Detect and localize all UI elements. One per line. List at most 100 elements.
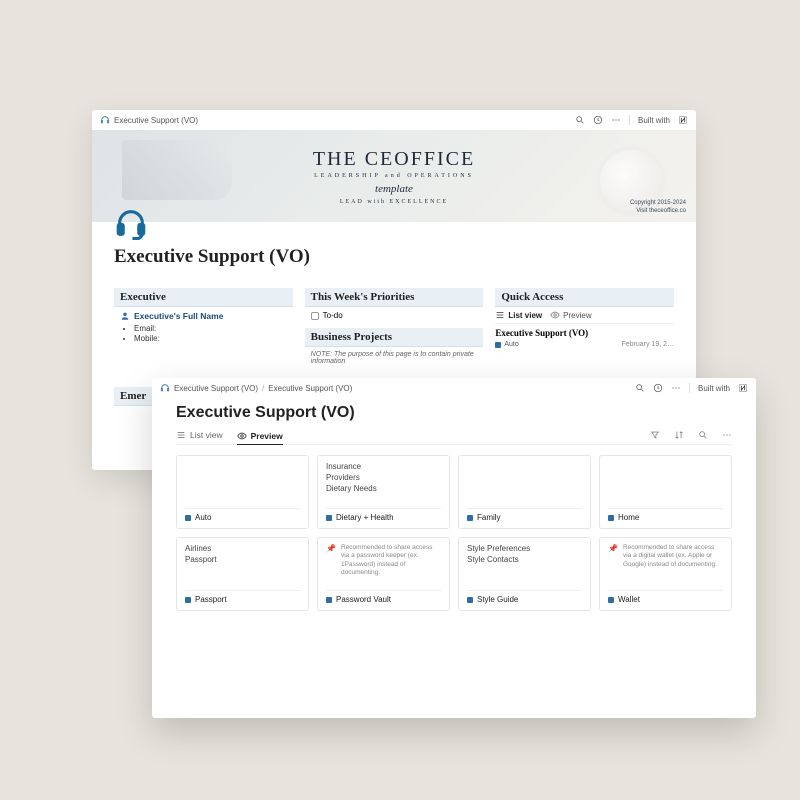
search-icon[interactable] [635, 383, 645, 393]
recommendation-note: 📌Recommended to share access via a digit… [608, 544, 723, 569]
copyright: Copyright 2015-2024 [630, 200, 686, 208]
card-body-line: Passport [185, 555, 300, 566]
gallery-card[interactable]: Home [599, 455, 732, 529]
notion-icon[interactable] [738, 383, 748, 393]
gallery-card[interactable]: 📌Recommended to share access via a digit… [599, 537, 732, 611]
card-label: Home [618, 513, 639, 522]
sort-icon[interactable] [674, 430, 684, 440]
card-body-line: Providers [326, 473, 441, 484]
brand-sub2: template [375, 183, 413, 195]
page-icon [495, 342, 501, 348]
tab-list-view[interactable]: List view [176, 430, 223, 440]
page-icon [608, 515, 614, 521]
card-footer: Home [608, 508, 723, 522]
gallery-card[interactable]: 📌Recommended to share access via a passw… [317, 537, 450, 611]
card-footer: Dietary + Health [326, 508, 441, 522]
card-footer: Auto [185, 508, 300, 522]
view-tabs: List view Preview [176, 430, 732, 445]
section-header: Quick Access [495, 288, 674, 307]
page-icon-headset[interactable] [114, 206, 148, 240]
email-label: Email: [134, 324, 287, 333]
card-grid: Auto InsuranceProvidersDietary Needs Dieta… [176, 455, 732, 611]
tab-preview[interactable]: Preview [550, 310, 591, 320]
page-icon [185, 597, 191, 603]
page-icon [467, 515, 473, 521]
card-label: Auto [195, 513, 211, 522]
eye-icon [550, 310, 560, 320]
card-body-line: Insurance [326, 462, 441, 473]
page-icon [467, 597, 473, 603]
section-quick-access: Quick Access List view Preview Executive… [495, 288, 674, 369]
card-label: Dietary + Health [336, 513, 394, 522]
qa-row[interactable]: Auto February 19, 2… [495, 338, 674, 351]
card-label: Password Vault [336, 595, 391, 604]
breadcrumb[interactable]: Executive Support (VO) [114, 116, 198, 125]
more-icon[interactable] [722, 430, 732, 440]
gallery-card[interactable]: AirlinesPassportPassport [176, 537, 309, 611]
gallery-card[interactable]: Style PreferencesStyle Contacts Style Gui… [458, 537, 591, 611]
gallery-card[interactable]: InsuranceProvidersDietary Needs Dietary +… [317, 455, 450, 529]
page-icon [185, 515, 191, 521]
search-icon[interactable] [575, 115, 585, 125]
note-text: NOTE: The purpose of this page is to con… [305, 347, 484, 369]
qa-subtitle[interactable]: Executive Support (VO) [495, 328, 674, 338]
pin-icon: 📌 [608, 544, 618, 569]
pin-icon: 📌 [326, 544, 336, 578]
topbar-front: Executive Support (VO) / Executive Suppo… [152, 378, 756, 398]
page-title: Executive Support (VO) [176, 404, 732, 422]
recommendation-note: 📌Recommended to share access via a passw… [326, 544, 441, 578]
section-header: Executive [114, 288, 293, 307]
topbar-back: Executive Support (VO) Built with [92, 110, 696, 130]
brand-title: THE CEOFFICE [313, 148, 475, 171]
card-label: Style Guide [477, 595, 518, 604]
breadcrumb[interactable]: Executive Support (VO) [268, 384, 352, 393]
card-footer: Style Guide [467, 590, 582, 604]
page-title: Executive Support (VO) [114, 246, 674, 268]
card-body-line: Style Contacts [467, 555, 582, 566]
clock-icon[interactable] [653, 383, 663, 393]
card-label: Wallet [618, 595, 640, 604]
gallery-card[interactable]: Auto [176, 455, 309, 529]
eye-icon [237, 431, 247, 441]
card-footer: Family [467, 508, 582, 522]
section-header: This Week's Priorities [305, 288, 484, 307]
checkbox-icon[interactable] [311, 312, 319, 320]
tab-preview[interactable]: Preview [237, 431, 283, 445]
copyright-link[interactable]: Visit theceoffice.co [630, 208, 686, 216]
clock-icon[interactable] [593, 115, 603, 125]
more-icon[interactable] [671, 383, 681, 393]
breadcrumb[interactable]: Executive Support (VO) [174, 384, 258, 393]
section-executive: Executive Executive's Full Name Email: M… [114, 288, 293, 369]
gallery-card[interactable]: Family [458, 455, 591, 529]
list-icon [495, 310, 505, 320]
card-footer: Passport [185, 590, 300, 604]
search-icon[interactable] [698, 430, 708, 440]
headset-icon [100, 115, 110, 125]
more-icon[interactable] [611, 115, 621, 125]
page-icon [326, 515, 332, 521]
card-footer: Password Vault [326, 590, 441, 604]
mobile-label: Mobile: [134, 334, 287, 343]
card-label: Family [477, 513, 501, 522]
built-with-label: Built with [638, 116, 670, 125]
window-front: Executive Support (VO) / Executive Suppo… [152, 378, 756, 718]
page-icon [608, 597, 614, 603]
list-icon [176, 430, 186, 440]
section-header: Business Projects [305, 328, 484, 347]
card-footer: Wallet [608, 590, 723, 604]
notion-icon[interactable] [678, 115, 688, 125]
page-icon [326, 597, 332, 603]
card-body-line: Style Preferences [467, 544, 582, 555]
tab-list-view[interactable]: List view [495, 310, 542, 320]
filter-icon[interactable] [650, 430, 660, 440]
card-body-line: Dietary Needs [326, 484, 441, 495]
person-icon [120, 311, 130, 321]
brand-sub3: LEAD with EXCELLENCE [340, 199, 448, 205]
built-with-label: Built with [698, 384, 730, 393]
executive-name[interactable]: Executive's Full Name [120, 311, 287, 321]
brand-sub1: LEADERSHIP and OPERATIONS [314, 173, 474, 179]
todo-item[interactable]: To-do [305, 307, 484, 324]
headset-icon [160, 383, 170, 393]
section-week: This Week's Priorities To-do Business Pr… [305, 288, 484, 369]
banner: THE CEOFFICE LEADERSHIP and OPERATIONS t… [92, 130, 696, 222]
